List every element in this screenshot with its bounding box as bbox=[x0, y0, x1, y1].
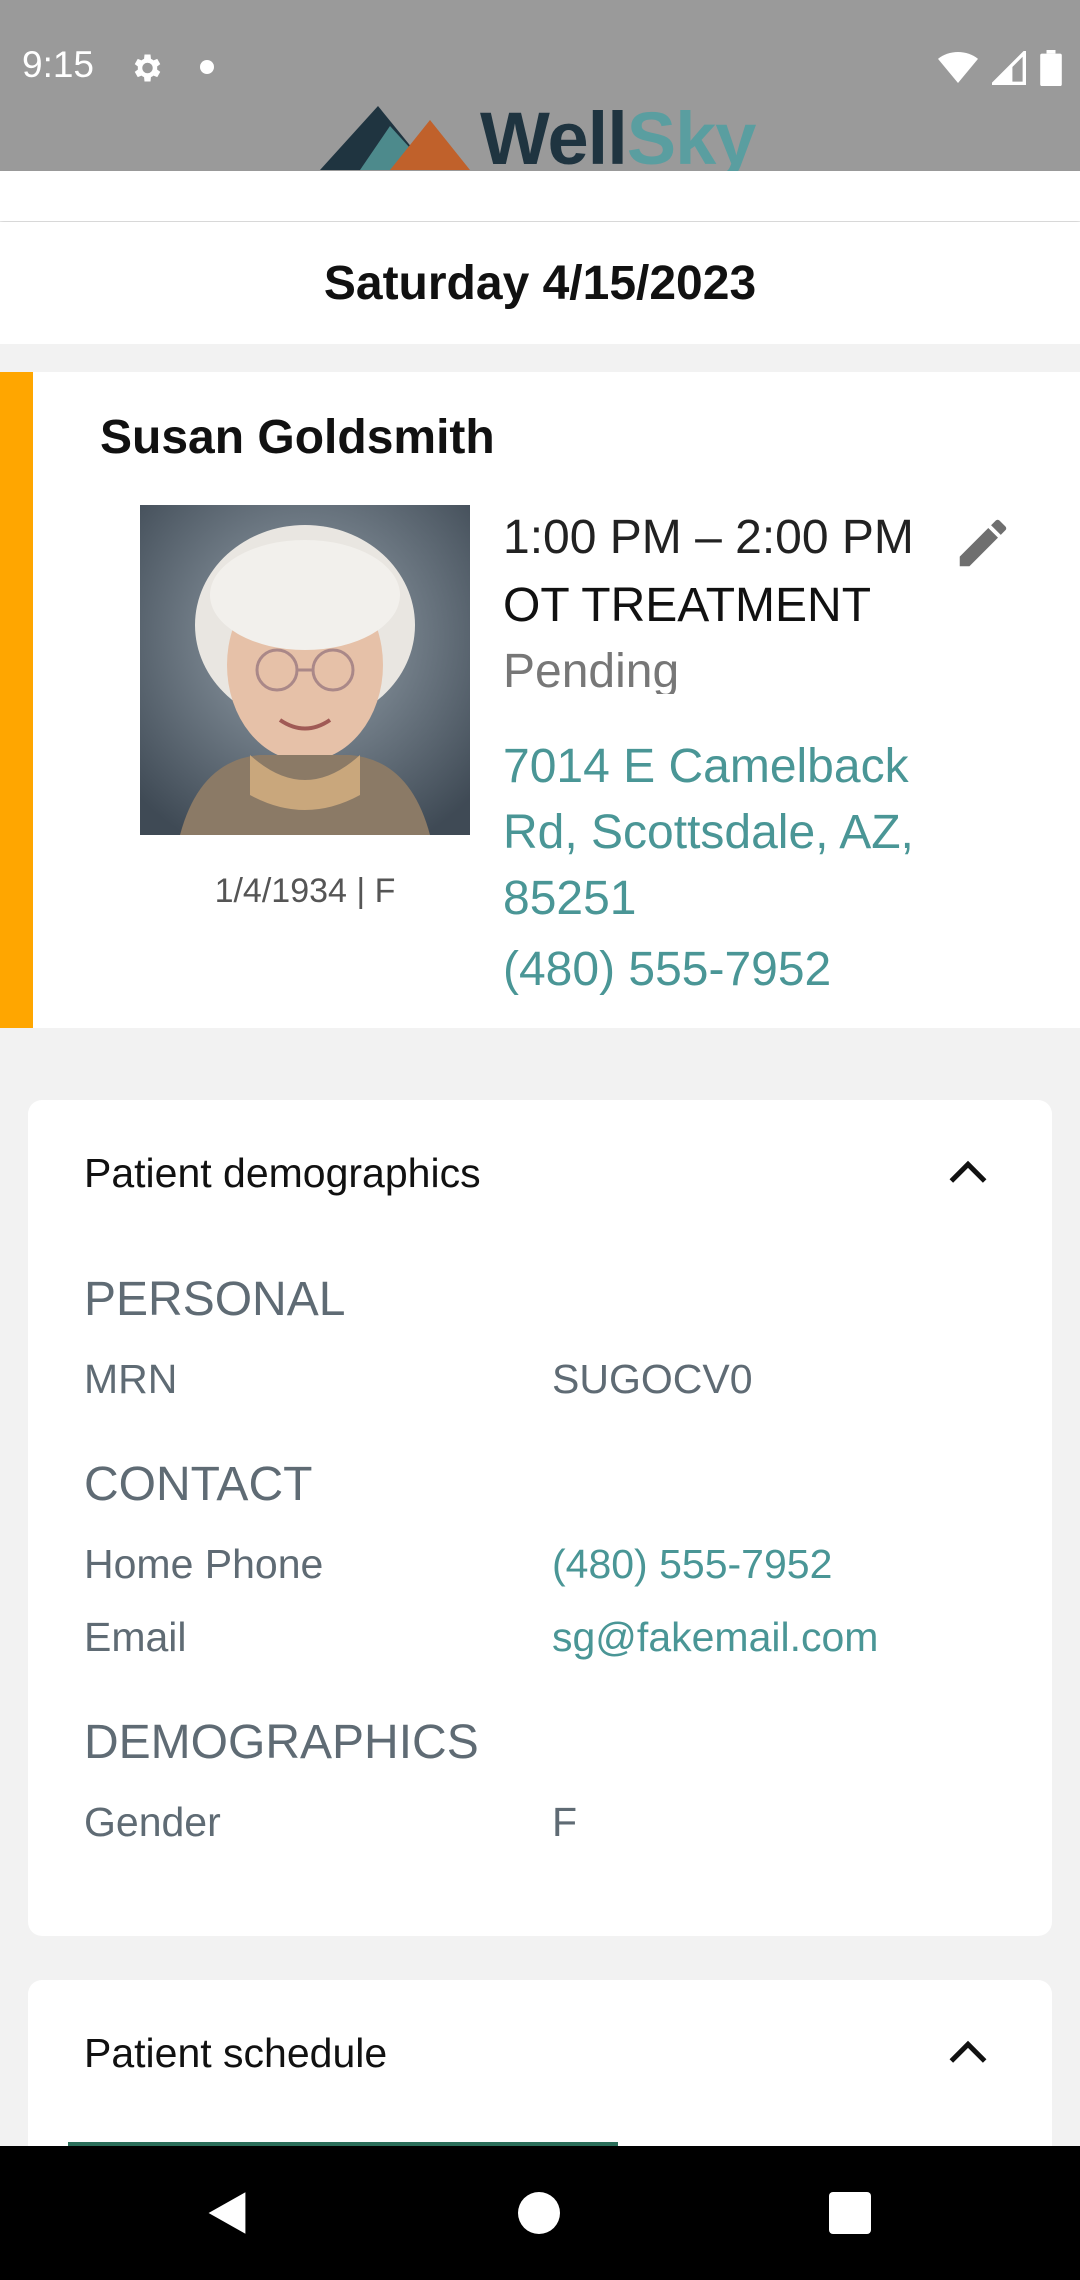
wifi-icon bbox=[938, 52, 978, 83]
notification-dot-icon bbox=[200, 60, 214, 74]
chevron-up-icon[interactable] bbox=[948, 1156, 988, 1186]
visit-card[interactable]: Susan Goldsmith 1/4/1934 | F 1:00 PM – 2… bbox=[0, 372, 1080, 1028]
visit-address-link[interactable]: 7014 E Camelback Rd, Scottsdale, AZ, 852… bbox=[503, 734, 973, 932]
gear-icon bbox=[134, 54, 161, 82]
section-demographics: DEMOGRAPHICS bbox=[84, 1716, 479, 1769]
app-bar bbox=[0, 171, 1080, 221]
patient-name: Susan Goldsmith bbox=[100, 411, 495, 464]
demographics-title[interactable]: Patient demographics bbox=[84, 1150, 481, 1197]
patient-dob-gender: 1/4/1934 | F bbox=[214, 872, 396, 910]
recent-apps-icon[interactable] bbox=[829, 2192, 871, 2234]
section-contact: CONTACT bbox=[84, 1458, 313, 1511]
visit-type: OT TREATMENT bbox=[503, 579, 872, 632]
gender-value: F bbox=[552, 1799, 578, 1845]
visit-status: Pending bbox=[503, 645, 680, 694]
demographics-panel: Patient demographics PERSONAL MRN SUGOCV… bbox=[28, 1100, 1052, 1936]
visit-status-accent bbox=[0, 372, 33, 1028]
status-time: 9:15 bbox=[22, 44, 95, 85]
email-label: Email bbox=[84, 1614, 187, 1660]
mrn-value: SUGOCV0 bbox=[552, 1356, 753, 1402]
system-nav-bar bbox=[0, 2146, 1080, 2280]
battery-icon bbox=[1040, 50, 1062, 86]
mrn-label: MRN bbox=[84, 1356, 178, 1402]
chevron-up-icon[interactable] bbox=[948, 2036, 988, 2066]
home-phone-link[interactable]: (480) 555-7952 bbox=[552, 1541, 832, 1588]
email-link[interactable]: sg@fakemail.com bbox=[552, 1614, 878, 1661]
logo-mountain-icon bbox=[320, 106, 470, 170]
section-personal: PERSONAL bbox=[84, 1273, 346, 1326]
visit-time: 1:00 PM – 2:00 PM bbox=[503, 511, 914, 564]
date-title: Saturday 4/15/2023 bbox=[323, 256, 757, 310]
logo-text: WellSky bbox=[480, 97, 756, 180]
gender-label: Gender bbox=[84, 1799, 221, 1845]
home-phone-label: Home Phone bbox=[84, 1541, 324, 1587]
pencil-icon[interactable] bbox=[952, 512, 1014, 574]
signal-icon bbox=[992, 51, 1026, 85]
visit-phone-link[interactable]: (480) 555-7952 bbox=[503, 942, 831, 1000]
back-icon[interactable] bbox=[204, 2190, 250, 2236]
status-icons bbox=[938, 48, 1062, 88]
date-header: Saturday 4/15/2023 bbox=[0, 222, 1080, 344]
patient-photo bbox=[140, 505, 470, 835]
schedule-title[interactable]: Patient schedule bbox=[84, 2030, 387, 2077]
home-icon[interactable] bbox=[518, 2192, 560, 2234]
